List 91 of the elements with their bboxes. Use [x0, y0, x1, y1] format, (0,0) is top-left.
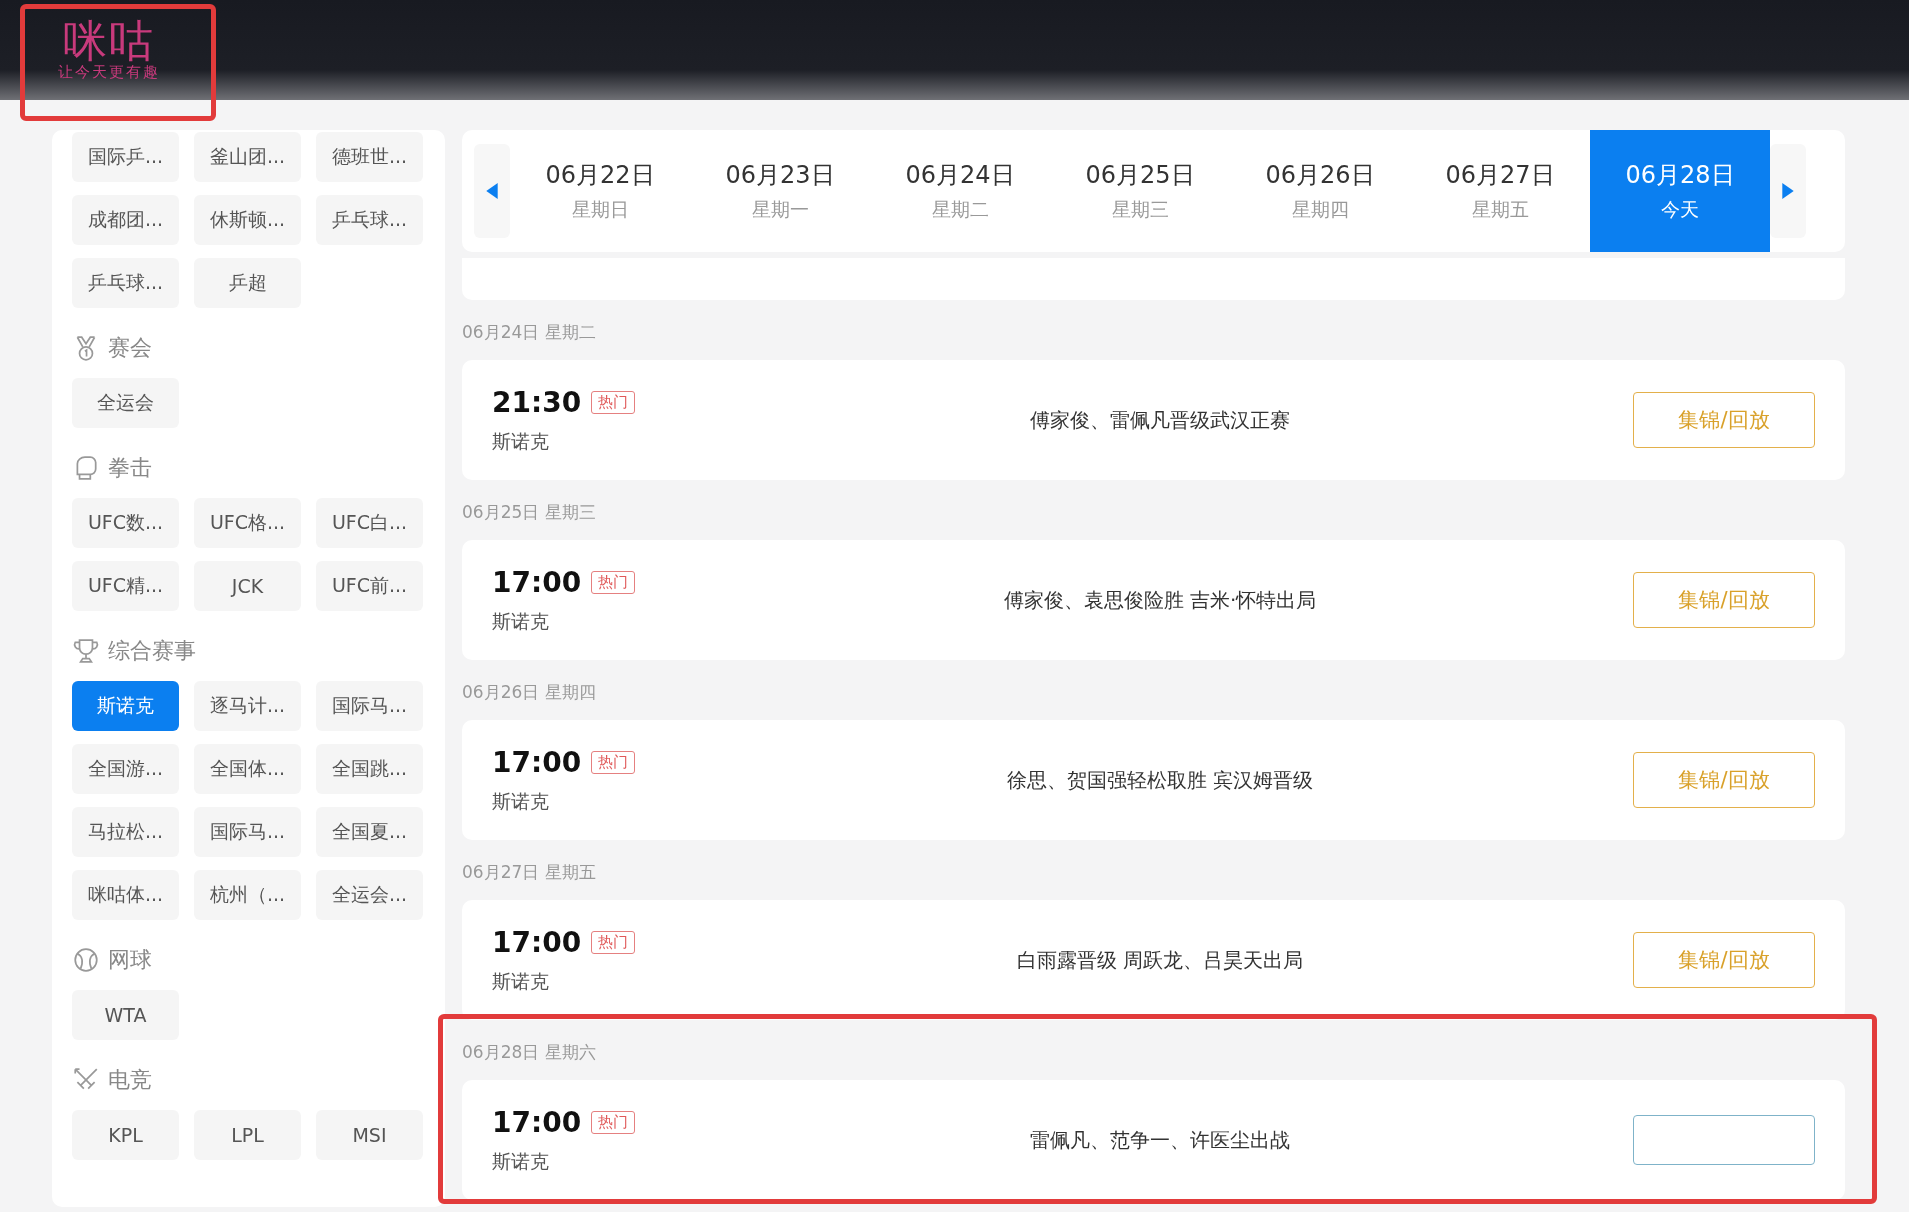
day-heading: 06月24日 星期二 [462, 321, 597, 344]
category-chip[interactable]: 釜山团... [194, 132, 301, 182]
match-time: 17:00 [492, 565, 582, 599]
match-title: 白雨露晋级 周跃龙、吕昊天出局 [1015, 946, 1305, 974]
date-tab[interactable]: 06月24日 星期二 [870, 130, 1050, 252]
trophy-icon [72, 637, 100, 665]
tab-date: 06月24日 [905, 160, 1015, 191]
category-chip[interactable]: WTA [72, 990, 179, 1040]
sport-label: 斯诺克 [492, 1148, 550, 1174]
tab-weekday: 星期五 [1471, 197, 1529, 222]
day-heading: 06月25日 星期三 [462, 501, 597, 524]
next-button[interactable] [1770, 144, 1806, 238]
category-chip[interactable]: 咪咕体... [72, 870, 179, 920]
category-chip[interactable]: UFC白... [316, 498, 423, 548]
replay-button[interactable] [1633, 1115, 1815, 1165]
category-chip[interactable]: 全国游... [72, 744, 179, 794]
tab-weekday: 今天 [1661, 197, 1699, 222]
category-chip[interactable]: 全国跳... [316, 744, 423, 794]
category-chip[interactable]: 斯诺克 [72, 681, 179, 731]
tab-weekday: 星期四 [1291, 197, 1349, 222]
category-heading: 网球 [108, 946, 152, 974]
category-chip[interactable]: 杭州（... [194, 870, 301, 920]
sport-label: 斯诺克 [492, 608, 550, 634]
category-chip[interactable]: LPL [194, 1110, 301, 1160]
tab-date: 06月22日 [545, 160, 655, 191]
category-chip[interactable]: 国际马... [194, 807, 301, 857]
category-chip[interactable]: 全运会 [72, 378, 179, 428]
category-chip[interactable]: JCK [194, 561, 301, 611]
match-title: 雷佩凡、范争一、许医尘出战 [1029, 1126, 1291, 1154]
category-heading: 拳击 [108, 454, 152, 482]
match-title: 傅家俊、雷佩凡晋级武汉正赛 [1029, 406, 1291, 434]
category-heading: 赛会 [108, 334, 152, 362]
category-chip[interactable]: 马拉松... [72, 807, 179, 857]
match-time: 17:00 [492, 925, 582, 959]
match-title: 徐思、贺国强轻松取胜 宾汉姆晋级 [1005, 766, 1315, 794]
sport-label: 斯诺克 [492, 788, 550, 814]
category-chip[interactable]: 全国夏... [316, 807, 423, 857]
category-chip[interactable]: 休斯顿... [194, 195, 301, 245]
day-heading: 06月27日 星期五 [462, 861, 597, 884]
category-chip[interactable]: 乒乓球... [72, 258, 179, 308]
match-time: 17:00 [492, 745, 582, 779]
category-chip[interactable]: 国际马... [316, 681, 423, 731]
tab-date: 06月25日 [1085, 160, 1195, 191]
hot-badge: 热门 [591, 750, 636, 774]
match-time: 17:00 [492, 1105, 582, 1139]
tab-weekday: 星期三 [1111, 197, 1169, 222]
right-triangle-icon [1782, 183, 1794, 199]
tab-date: 06月27日 [1445, 160, 1555, 191]
category-chip[interactable]: 德班世... [316, 132, 423, 182]
tennis-ball-icon [72, 946, 100, 974]
category-chip[interactable]: 乒超 [194, 258, 301, 308]
day-heading: 06月26日 星期四 [462, 681, 597, 704]
tab-weekday: 星期二 [931, 197, 989, 222]
tab-weekday: 星期一 [751, 197, 809, 222]
category-chip[interactable]: 逐马计... [194, 681, 301, 731]
category-chip[interactable]: 国际乒... [72, 132, 179, 182]
sport-label: 斯诺克 [492, 428, 550, 454]
category-heading: 综合赛事 [108, 637, 196, 665]
category-chip[interactable]: UFC精... [72, 561, 179, 611]
category-chip[interactable]: 乒乓球... [316, 195, 423, 245]
tab-date: 06月28日 [1625, 160, 1735, 191]
category-chip[interactable]: UFC格... [194, 498, 301, 548]
hot-badge: 热门 [591, 390, 636, 414]
date-tab[interactable]: 06月28日 今天 [1590, 130, 1770, 252]
date-tab[interactable]: 06月25日 星期三 [1050, 130, 1230, 252]
category-chip[interactable]: UFC数... [72, 498, 179, 548]
previous-button[interactable] [474, 144, 510, 238]
category-chip[interactable]: MSI [316, 1110, 423, 1160]
hot-badge: 热门 [591, 1110, 636, 1134]
tab-date: 06月23日 [725, 160, 835, 191]
date-tab[interactable]: 06月23日 星期一 [690, 130, 870, 252]
logo-slogan: 让今天更有趣 [57, 62, 160, 82]
hot-badge: 热门 [591, 570, 636, 594]
left-triangle-icon [486, 183, 498, 199]
category-chip[interactable]: KPL [72, 1110, 179, 1160]
day-heading: 06月28日 星期六 [462, 1041, 597, 1064]
category-chip[interactable]: 全国体... [194, 744, 301, 794]
date-tab[interactable]: 06月22日 星期日 [510, 130, 690, 252]
date-tab[interactable]: 06月26日 星期四 [1230, 130, 1410, 252]
category-heading: 电竞 [108, 1066, 152, 1094]
sport-label: 斯诺克 [492, 968, 550, 994]
tab-weekday: 星期日 [571, 197, 629, 222]
match-title: 傅家俊、袁思俊险胜 吉米·怀特出局 [1002, 586, 1318, 614]
match-time: 21:30 [492, 385, 582, 419]
category-chip[interactable]: UFC前... [316, 561, 423, 611]
hot-badge: 热门 [591, 930, 636, 954]
logo-text: 咪咕 [62, 18, 155, 63]
category-chip[interactable]: 全运会... [316, 870, 423, 920]
tab-date: 06月26日 [1265, 160, 1375, 191]
category-chip[interactable]: 成都团... [72, 195, 179, 245]
date-tab[interactable]: 06月27日 星期五 [1410, 130, 1590, 252]
